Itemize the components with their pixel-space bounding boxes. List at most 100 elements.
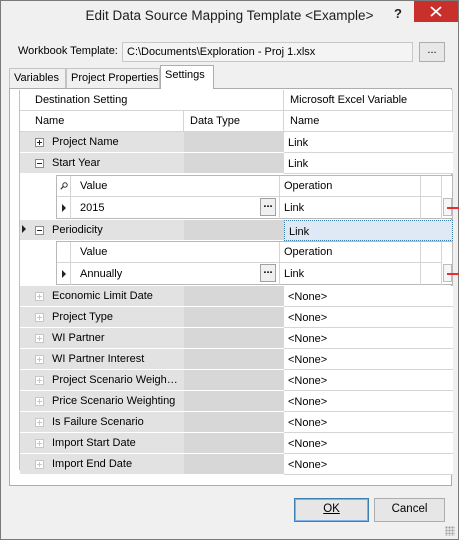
expand-icon[interactable] bbox=[35, 355, 44, 364]
row-type-cell bbox=[184, 132, 284, 153]
collapse-icon[interactable] bbox=[35, 226, 44, 235]
row-name-label: Is Failure Scenario bbox=[52, 416, 144, 428]
row-name-label: Project Name bbox=[52, 136, 119, 148]
dialog-window: Edit Data Source Mapping Template <Examp… bbox=[0, 0, 459, 540]
row-variable-cell-selected[interactable]: Link bbox=[284, 220, 453, 241]
row-name-cell[interactable]: Project Type bbox=[20, 307, 184, 328]
row-variable-cell[interactable]: Link bbox=[284, 153, 453, 174]
start-year-subgrid: Value Operation 2015 ... Link bbox=[56, 175, 459, 219]
workbook-template-field[interactable]: C:\Documents\Exploration - Proj 1.xlsx bbox=[122, 42, 413, 62]
row-name-cell[interactable]: Project Scenario Weigh… bbox=[20, 370, 184, 391]
expand-icon[interactable] bbox=[35, 376, 44, 385]
row-name-cell[interactable]: Periodicity bbox=[20, 220, 184, 241]
group-header-excel: Microsoft Excel Variable bbox=[284, 90, 453, 111]
row-name-cell[interactable]: Import Start Date bbox=[20, 433, 184, 454]
ok-button[interactable]: OK bbox=[294, 498, 369, 522]
subgrid-value-cell[interactable]: Annually ... bbox=[71, 263, 280, 285]
tab-project-properties[interactable]: Project Properties bbox=[66, 68, 160, 88]
collapse-icon[interactable] bbox=[35, 159, 44, 168]
expand-icon[interactable] bbox=[35, 138, 44, 147]
expand-icon[interactable] bbox=[35, 334, 44, 343]
search-header-cell bbox=[57, 242, 71, 263]
subgrid-header-value[interactable]: Value bbox=[71, 242, 280, 263]
ellipsis-button[interactable]: ... bbox=[260, 198, 276, 216]
workbook-template-label: Workbook Template: bbox=[18, 45, 118, 57]
subgrid-empty-cell bbox=[421, 197, 442, 219]
expand-icon[interactable] bbox=[35, 418, 44, 427]
subgrid-header-operation[interactable]: Operation bbox=[280, 176, 421, 197]
subgrid-header-value[interactable]: Value bbox=[71, 176, 280, 197]
title-bar[interactable]: Edit Data Source Mapping Template <Examp… bbox=[1, 1, 458, 31]
subgrid-operation-cell[interactable]: Link bbox=[280, 197, 421, 219]
row-name-cell[interactable]: Start Year bbox=[20, 153, 184, 174]
subgrid-header-operation[interactable]: Operation bbox=[280, 242, 421, 263]
tab-settings[interactable]: Settings bbox=[160, 65, 214, 89]
row-name-cell[interactable]: Economic Limit Date bbox=[20, 286, 184, 307]
row-name-cell[interactable]: Price Scenario Weighting bbox=[20, 391, 184, 412]
row-name-label: Import Start Date bbox=[52, 437, 136, 449]
resize-grip[interactable] bbox=[445, 526, 455, 536]
current-row-icon bbox=[22, 225, 26, 233]
row-name-label: Economic Limit Date bbox=[52, 290, 153, 302]
row-type-cell bbox=[184, 349, 284, 370]
subgrid-operation-cell[interactable]: Link bbox=[280, 263, 421, 285]
row-type-cell bbox=[184, 412, 284, 433]
row-name-cell[interactable]: WI Partner bbox=[20, 328, 184, 349]
row-variable-cell[interactable]: <None> bbox=[284, 307, 453, 328]
row-type-cell bbox=[184, 153, 284, 174]
row-name-label: Periodicity bbox=[52, 224, 103, 236]
group-header-destination: Destination Setting bbox=[20, 90, 284, 111]
row-name-cell[interactable]: Is Failure Scenario bbox=[20, 412, 184, 433]
row-variable-cell[interactable]: <None> bbox=[284, 433, 453, 454]
search-icon bbox=[60, 182, 68, 190]
column-header-name[interactable]: Name bbox=[20, 111, 184, 132]
tab-variables[interactable]: Variables bbox=[9, 68, 66, 88]
close-icon bbox=[430, 6, 442, 17]
row-variable-cell[interactable]: <None> bbox=[284, 286, 453, 307]
subgrid-value-cell[interactable]: 2015 ... bbox=[71, 197, 280, 219]
settings-panel: Destination Setting Microsoft Excel Vari… bbox=[9, 88, 459, 486]
periodicity-subgrid: Value Operation Annually ... Link bbox=[56, 241, 459, 285]
row-name-cell[interactable]: WI Partner Interest bbox=[20, 349, 184, 370]
row-type-cell bbox=[184, 454, 284, 475]
row-type-cell bbox=[184, 370, 284, 391]
row-name-label: Project Type bbox=[52, 311, 113, 323]
row-name-cell[interactable]: Project Name bbox=[20, 132, 184, 153]
subgrid-empty-cell bbox=[421, 263, 442, 285]
row-indicator bbox=[57, 197, 71, 219]
cancel-button[interactable]: Cancel bbox=[374, 498, 445, 522]
expand-icon[interactable] bbox=[35, 313, 44, 322]
row-variable-cell[interactable]: <None> bbox=[284, 349, 453, 370]
row-pointer-icon bbox=[62, 270, 66, 278]
row-type-cell bbox=[184, 433, 284, 454]
delete-row-button[interactable] bbox=[443, 198, 459, 216]
row-variable-cell[interactable]: <None> bbox=[284, 328, 453, 349]
row-name-label: Price Scenario Weighting bbox=[52, 395, 176, 407]
expand-icon[interactable] bbox=[35, 439, 44, 448]
row-name-label: WI Partner bbox=[52, 332, 105, 344]
ellipsis-button[interactable]: ... bbox=[260, 264, 276, 282]
browse-button[interactable]: ... bbox=[419, 42, 445, 62]
subgrid-header-action bbox=[421, 242, 442, 263]
column-header-data-type[interactable]: Data Type bbox=[184, 111, 284, 132]
column-header-variable-name[interactable]: Name bbox=[284, 111, 453, 132]
row-name-label: WI Partner Interest bbox=[52, 353, 145, 365]
row-variable-cell[interactable]: <None> bbox=[284, 370, 453, 391]
expand-icon[interactable] bbox=[35, 292, 44, 301]
search-header-cell bbox=[57, 176, 71, 197]
row-variable-cell[interactable]: <None> bbox=[284, 454, 453, 475]
row-variable-cell[interactable]: <None> bbox=[284, 412, 453, 433]
row-name-label: Start Year bbox=[52, 157, 101, 169]
row-variable-cell[interactable]: <None> bbox=[284, 391, 453, 412]
row-variable-cell[interactable]: Link bbox=[284, 132, 453, 153]
subgrid-value: Annually bbox=[80, 268, 123, 280]
expand-icon[interactable] bbox=[35, 397, 44, 406]
close-button[interactable] bbox=[414, 1, 458, 22]
row-type-cell bbox=[184, 391, 284, 412]
row-name-cell[interactable]: Import End Date bbox=[20, 454, 184, 475]
row-type-cell bbox=[184, 307, 284, 328]
delete-row-button[interactable] bbox=[443, 264, 459, 282]
subgrid-value: 2015 bbox=[80, 202, 105, 214]
help-button[interactable]: ? bbox=[386, 3, 410, 25]
expand-icon[interactable] bbox=[35, 460, 44, 469]
